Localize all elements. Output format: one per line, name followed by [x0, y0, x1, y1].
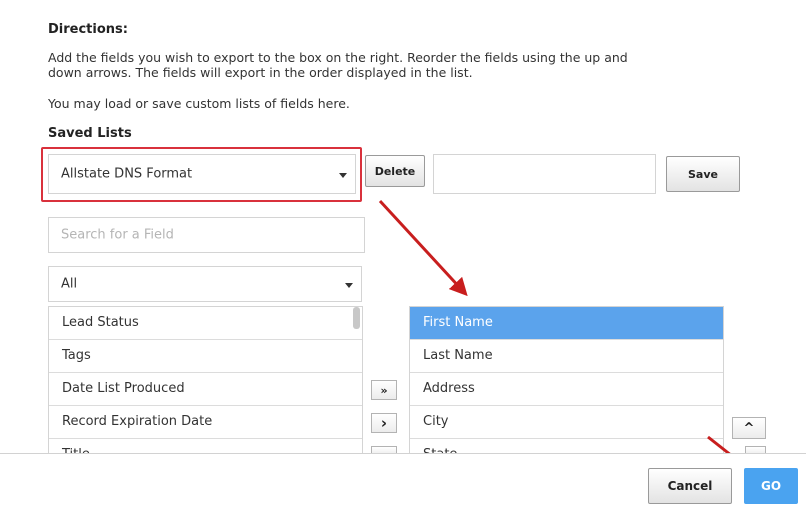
cancel-button[interactable]: Cancel: [648, 468, 732, 504]
go-button[interactable]: GO: [744, 468, 798, 504]
annotation-arrows: [378, 199, 767, 484]
dialog-footer: Cancel GO: [0, 453, 806, 513]
arrow-to-export-list: [378, 199, 468, 297]
